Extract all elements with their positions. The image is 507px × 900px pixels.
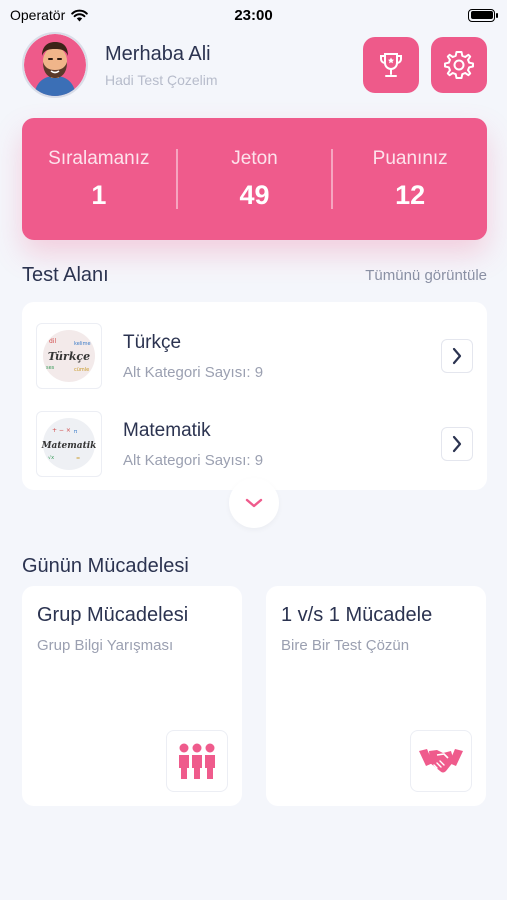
stat-label: Jeton xyxy=(231,147,278,169)
svg-text:π: π xyxy=(74,429,77,435)
wifi-icon xyxy=(71,9,89,21)
chevron-right-icon xyxy=(452,435,462,453)
gear-icon xyxy=(444,51,474,79)
status-time: 23:00 xyxy=(234,6,273,24)
group-icon xyxy=(179,743,215,779)
svg-text:+ − ×: + − × xyxy=(52,427,71,434)
test-subtitle: Alt Kategori Sayısı: 9 xyxy=(123,363,264,381)
greeting-block: Merhaba Ali Hadi Test Çozelim xyxy=(105,43,218,88)
thumb-label: Matematik xyxy=(41,441,97,451)
handshake-icon-box xyxy=(410,730,472,792)
header-actions xyxy=(363,37,487,93)
stat-label: Puanınız xyxy=(372,147,448,169)
challenge-section-header: Günün Mücadelesi xyxy=(22,553,487,579)
svg-text:cümle: cümle xyxy=(74,367,89,373)
trophy-icon xyxy=(380,53,402,77)
svg-text:=: = xyxy=(76,456,80,462)
math-wordcloud-icon: + − × π √x = Matematik xyxy=(41,418,97,470)
section-title: Günün Mücadelesi xyxy=(22,554,189,577)
duel-challenge-card[interactable]: 1 v/s 1 Mücadele Bire Bir Test Çözün xyxy=(266,586,486,806)
stat-label: Sıralamanız xyxy=(48,147,150,169)
list-item[interactable]: dil kelime ses cümle Türkçe Türkçe Alt K… xyxy=(36,312,473,400)
open-button[interactable] xyxy=(441,427,473,461)
see-all-link[interactable]: Tümünü görüntüle xyxy=(365,267,487,284)
thumb-label: Türkçe xyxy=(48,350,90,363)
open-button[interactable] xyxy=(441,339,473,373)
test-subtitle: Alt Kategori Sayısı: 9 xyxy=(123,451,264,469)
svg-text:kelime: kelime xyxy=(74,341,91,347)
challenge-title: Grup Mücadelesi xyxy=(37,604,189,626)
settings-button[interactable] xyxy=(431,37,487,93)
svg-text:dil: dil xyxy=(49,338,56,345)
greeting-title: Merhaba Ali xyxy=(105,42,211,65)
status-bar: Operatör 23:00 xyxy=(0,0,507,30)
group-challenge-card[interactable]: Grup Mücadelesi Grup Bilgi Yarışması xyxy=(22,586,242,806)
svg-text:ses: ses xyxy=(46,365,55,371)
stat-coins: Jeton 49 xyxy=(178,148,332,211)
avatar[interactable] xyxy=(22,32,88,98)
battery-icon xyxy=(468,8,498,22)
section-title: Test Alanı xyxy=(22,263,109,286)
stat-value: 49 xyxy=(239,179,270,210)
stat-value: 1 xyxy=(91,179,107,210)
greeting-subtitle: Hadi Test Çozelim xyxy=(105,71,218,88)
stat-value: 12 xyxy=(395,179,426,210)
subject-thumbnail: + − × π √x = Matematik xyxy=(36,411,102,477)
challenge-subtitle: Grup Bilgi Yarışması xyxy=(37,637,174,654)
status-left: Operatör xyxy=(10,7,89,23)
chevron-right-icon xyxy=(452,347,462,365)
test-info: Matematik Alt Kategori Sayısı: 9 xyxy=(123,420,263,469)
stat-score: Puanınız 12 xyxy=(333,148,487,211)
challenge-subtitle: Bire Bir Test Çözün xyxy=(281,637,410,654)
chevron-down-icon xyxy=(245,498,263,508)
profile-header: Merhaba Ali Hadi Test Çozelim xyxy=(22,32,487,98)
test-name: Türkçe xyxy=(123,331,182,353)
group-icon-box xyxy=(166,730,228,792)
expand-list-button[interactable] xyxy=(229,478,279,528)
stat-ranking: Sıralamanız 1 xyxy=(22,148,176,211)
subject-thumbnail: dil kelime ses cümle Türkçe xyxy=(36,323,102,389)
stats-card: Sıralamanız 1 Jeton 49 Puanınız 12 xyxy=(22,118,487,240)
trophy-button[interactable] xyxy=(363,37,419,93)
list-item[interactable]: + − × π √x = Matematik Matematik Alt Kat… xyxy=(36,400,473,488)
test-list-card: dil kelime ses cümle Türkçe Türkçe Alt K… xyxy=(22,302,487,490)
svg-text:√x: √x xyxy=(48,455,54,461)
turkish-wordcloud-icon: dil kelime ses cümle Türkçe xyxy=(43,330,95,382)
test-name: Matematik xyxy=(123,419,211,441)
handshake-icon xyxy=(419,749,463,773)
carrier-label: Operatör xyxy=(10,7,66,23)
avatar-illustration xyxy=(24,34,86,96)
challenge-title: 1 v/s 1 Mücadele xyxy=(281,604,433,626)
test-info: Türkçe Alt Kategori Sayısı: 9 xyxy=(123,332,263,381)
test-section-header: Test Alanı Tümünü görüntüle xyxy=(22,262,487,288)
